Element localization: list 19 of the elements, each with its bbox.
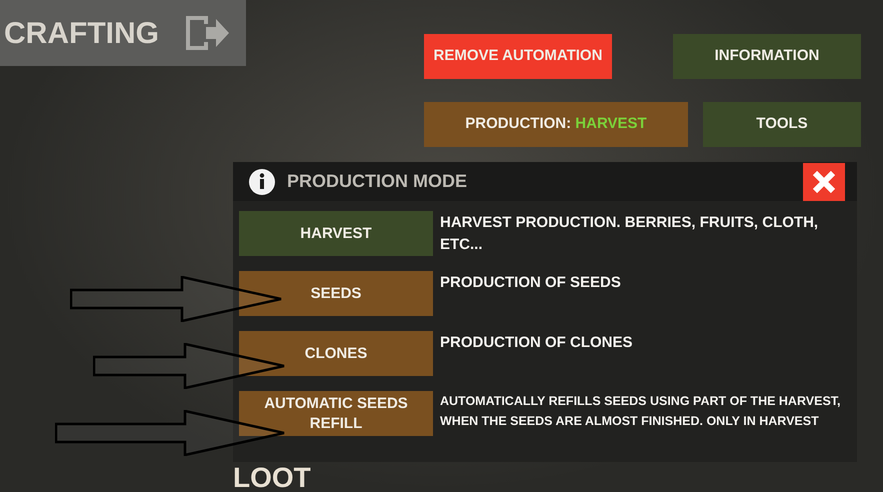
action-button[interactable]: REMOVE AUTOMATION (424, 34, 612, 79)
close-icon (812, 170, 836, 194)
crafting-title: CRAFTING (4, 16, 159, 52)
action-button[interactable]: TOOLS (703, 102, 861, 147)
mode-button[interactable]: HARVEST (239, 211, 433, 256)
mode-button[interactable]: SEEDS (239, 271, 433, 316)
exit-icon[interactable] (184, 14, 230, 52)
mode-button[interactable]: CLONES (239, 331, 433, 376)
action-button[interactable]: INFORMATION (673, 34, 861, 79)
action-button[interactable]: PRODUCTION: HARVEST (424, 102, 688, 147)
mode-description: HARVEST PRODUCTION. BERRIES, FRUITS, CLOTH, ETC... (440, 213, 820, 255)
close-button[interactable] (803, 162, 845, 200)
info-icon (249, 168, 275, 194)
mode-description: PRODUCTION OF SEEDS (440, 273, 622, 293)
dialog-title: PRODUCTION MODE (287, 170, 467, 193)
loot-title: LOOT (233, 462, 312, 492)
mode-description: AUTOMATICALLY REFILLS SEEDS USING PART OF THE HARVEST, WHEN THE SEEDS ARE ALMOST FINISHED. ONLY IN HARVEST (440, 393, 842, 430)
mode-button[interactable]: AUTOMATIC SEEDS REFILL (239, 391, 433, 436)
mode-description: PRODUCTION OF CLONES (440, 333, 634, 353)
